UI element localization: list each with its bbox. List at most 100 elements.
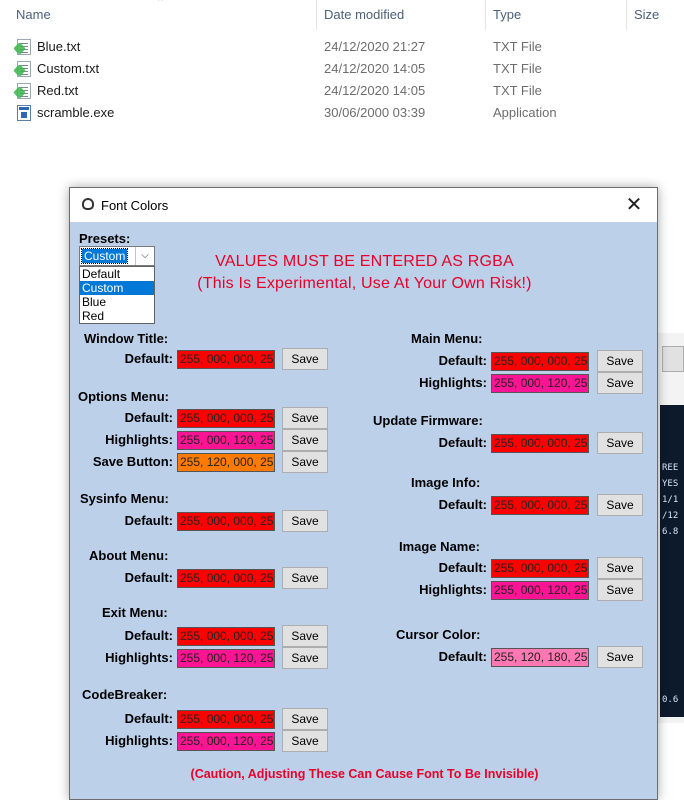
background-text: 6.8: [662, 527, 679, 537]
options-menu-highlights-input[interactable]: 255, 000, 120, 255: [177, 431, 275, 450]
presets-label: Presets:: [79, 231, 131, 246]
column-divider[interactable]: [626, 0, 627, 30]
image-name-highlights-save-button[interactable]: Save: [597, 579, 643, 601]
title-bar[interactable]: Font Colors ✕: [70, 188, 657, 222]
sysinfo-menu-default-label: Default:: [124, 513, 173, 528]
main-menu-highlights-save-button[interactable]: Save: [597, 372, 643, 394]
exit-menu-default-input[interactable]: 255, 000, 000, 255: [177, 627, 275, 646]
file-type: TXT File: [493, 39, 542, 54]
about-menu-default-label: Default:: [124, 570, 173, 585]
codebreaker-default-label: Default:: [124, 711, 173, 726]
application-icon: [17, 105, 31, 121]
file-row[interactable]: Red.txt 24/12/2020 14:05 TXT File: [0, 80, 684, 102]
options-menu-highlights-save-button[interactable]: Save: [282, 429, 328, 451]
image-info-section-label: Image Info:: [411, 475, 481, 490]
exit-menu-highlights-label: Highlights:: [105, 650, 173, 665]
column-header-name[interactable]: Name: [16, 0, 51, 30]
file-type: Application: [493, 105, 557, 120]
caution-message: (Caution, Adjusting These Can Cause Font…: [190, 767, 539, 781]
presets-option-blue[interactable]: Blue: [80, 295, 154, 309]
file-explorer-list: Name ^ Date modified Type Size Blue.txt …: [0, 0, 684, 190]
options-menu-default-save-button[interactable]: Save: [282, 407, 328, 429]
sysinfo-menu-section-label: Sysinfo Menu:: [80, 491, 169, 506]
close-button[interactable]: ✕: [611, 188, 657, 222]
image-info-default-input[interactable]: 255, 000, 000, 255: [491, 496, 589, 515]
codebreaker-highlights-save-button[interactable]: Save: [282, 730, 328, 752]
update-firmware-section-label: Update Firmware:: [373, 413, 483, 428]
background-preview-panel: REE YES 1/1 /12 6.8 0.6: [660, 405, 684, 717]
main-menu-section-label: Main Menu:: [411, 331, 483, 346]
cursor-color-default-save-button[interactable]: Save: [597, 646, 643, 668]
exit-menu-default-label: Default:: [124, 628, 173, 643]
main-menu-default-save-button[interactable]: Save: [597, 350, 643, 372]
column-divider[interactable]: [485, 0, 486, 30]
window-title: Font Colors: [101, 198, 169, 213]
window-title-section-label: Window Title:: [84, 331, 169, 346]
file-name: Red.txt: [37, 83, 79, 98]
file-name: Blue.txt: [37, 39, 81, 54]
file-row[interactable]: Custom.txt 24/12/2020 14:05 TXT File: [0, 58, 684, 80]
presets-option-red[interactable]: Red: [80, 309, 154, 323]
window-title-default-input[interactable]: 255, 000, 000, 255: [177, 350, 275, 369]
rgba-warning-line1: VALUES MUST BE ENTERED AS RGBA: [215, 253, 514, 270]
file-type: TXT File: [493, 61, 542, 76]
font-colors-dialog: Font Colors ✕ Presets: Custom ⌵ Default …: [69, 187, 658, 800]
text-file-icon: [17, 61, 31, 77]
file-row[interactable]: scramble.exe 30/06/2000 03:39 Applicatio…: [0, 102, 684, 124]
options-menu-save-button-save-button[interactable]: Save: [282, 451, 328, 473]
column-header-date[interactable]: Date modified: [324, 0, 404, 30]
text-file-icon: [17, 39, 31, 55]
sysinfo-menu-default-save-button[interactable]: Save: [282, 510, 328, 532]
codebreaker-section-label: CodeBreaker:: [82, 687, 168, 702]
options-menu-save-button-label: Save Button:: [92, 454, 173, 469]
sysinfo-menu-default-input[interactable]: 255, 000, 000, 255: [177, 512, 275, 531]
about-menu-default-save-button[interactable]: Save: [282, 567, 328, 589]
image-info-default-label: Default:: [438, 497, 487, 512]
file-type: TXT File: [493, 83, 542, 98]
cursor-color-default-label: Default:: [438, 649, 487, 664]
options-menu-default-input[interactable]: 255, 000, 000, 255: [177, 409, 275, 428]
exit-menu-section-label: Exit Menu:: [102, 605, 168, 620]
exit-menu-highlights-input[interactable]: 255, 000, 120, 255: [177, 649, 275, 668]
options-menu-highlights-label: Highlights:: [105, 432, 173, 447]
file-row[interactable]: Blue.txt 24/12/2020 21:27 TXT File: [0, 36, 684, 58]
options-menu-section-label: Options Menu:: [78, 389, 169, 404]
column-header-type[interactable]: Type: [493, 0, 521, 30]
sort-ascending-icon: ^: [158, 0, 163, 7]
exit-menu-highlights-save-button[interactable]: Save: [282, 647, 328, 669]
exit-menu-default-save-button[interactable]: Save: [282, 625, 328, 647]
options-menu-save-button-input[interactable]: 255, 120, 000, 255: [177, 453, 275, 472]
text-file-icon: [17, 83, 31, 99]
about-menu-default-input[interactable]: 255, 000, 000, 255: [177, 569, 275, 588]
file-date: 24/12/2020 14:05: [324, 83, 426, 98]
codebreaker-default-input[interactable]: 255, 000, 000, 255: [177, 710, 275, 729]
skull-app-icon: [82, 198, 94, 210]
background-text: REE: [662, 463, 679, 473]
column-divider[interactable]: [316, 0, 317, 30]
codebreaker-default-save-button[interactable]: Save: [282, 708, 328, 730]
cursor-color-default-input[interactable]: 255, 120, 180, 255: [491, 648, 589, 667]
update-firmware-default-input[interactable]: 255, 000, 000, 255: [491, 434, 589, 453]
background-text: YES: [662, 479, 679, 489]
column-header-size[interactable]: Size: [634, 0, 659, 30]
background-window-button[interactable]: [662, 346, 684, 372]
file-date: 24/12/2020 14:05: [324, 61, 426, 76]
update-firmware-default-save-button[interactable]: Save: [597, 432, 643, 454]
file-name: scramble.exe: [37, 105, 115, 120]
image-name-highlights-input[interactable]: 255, 000, 120, 255: [491, 581, 589, 600]
main-menu-highlights-input[interactable]: 255, 000, 120, 255: [491, 374, 589, 393]
window-title-default-save-button[interactable]: Save: [282, 348, 328, 370]
rgba-warning-line2: (This Is Experimental, Use At Your Own R…: [197, 275, 532, 292]
image-name-default-input[interactable]: 255, 000, 000, 255: [491, 559, 589, 578]
image-name-default-label: Default:: [438, 560, 487, 575]
file-name: Custom.txt: [37, 61, 100, 76]
codebreaker-highlights-input[interactable]: 255, 000, 120, 255: [177, 732, 275, 751]
background-text: 1/1: [662, 495, 679, 505]
image-info-default-save-button[interactable]: Save: [597, 494, 643, 516]
main-menu-default-input[interactable]: 255, 000, 000, 255: [491, 352, 589, 371]
image-name-default-save-button[interactable]: Save: [597, 557, 643, 579]
update-firmware-default-label: Default:: [438, 435, 487, 450]
codebreaker-highlights-label: Highlights:: [105, 733, 173, 748]
image-name-highlights-label: Highlights:: [419, 582, 487, 597]
window-title-default-label: Default:: [124, 351, 173, 366]
